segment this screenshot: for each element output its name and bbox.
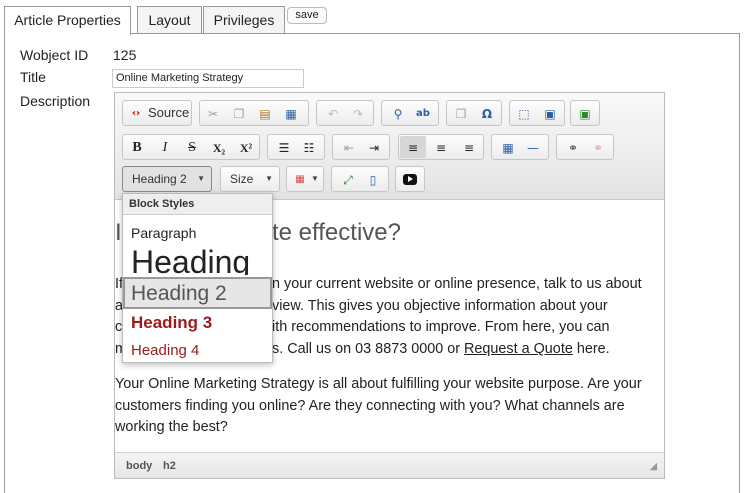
chevron-down-icon: ▼ xyxy=(311,174,319,183)
redo-icon[interactable]: ↷ xyxy=(350,106,366,122)
dropdown-header: Block Styles xyxy=(123,194,272,215)
wobject-id-label: Wobject ID xyxy=(20,47,89,63)
numbered-list-icon[interactable]: ☰ xyxy=(276,140,292,156)
view-group: ⤢ ▯ xyxy=(331,166,389,192)
italic-icon[interactable]: I xyxy=(157,140,173,156)
undo-redo-group: ↶ ↷ xyxy=(316,100,374,126)
replace-icon[interactable]: ab xyxy=(415,106,431,122)
chevron-down-icon: ▼ xyxy=(197,174,205,183)
format-option-heading-4[interactable]: Heading 4 xyxy=(123,340,272,362)
find-icon[interactable]: ⚲ xyxy=(390,106,406,122)
image-icon[interactable]: ▣ xyxy=(542,106,558,122)
size-combo[interactable]: Size ▼ xyxy=(220,166,280,192)
description-label: Description xyxy=(20,93,91,109)
source-icon: ‹› xyxy=(131,108,141,119)
align-center-icon[interactable]: ≡ xyxy=(433,140,449,156)
basic-styles-group: B I S X₂ X² xyxy=(122,134,260,160)
source-button[interactable]: ‹› Source xyxy=(122,100,192,126)
outdent-icon[interactable]: ⇤ xyxy=(341,140,357,156)
align-left-icon[interactable]: ≡ xyxy=(405,140,421,156)
insert-icon[interactable]: ▣ xyxy=(577,106,593,122)
path-body[interactable]: body xyxy=(126,453,152,479)
strike-icon[interactable]: S xyxy=(184,140,200,156)
copy-icon[interactable]: ❐ xyxy=(231,106,247,122)
indent-group: ⇤ ⇥ xyxy=(332,134,390,160)
insert-group: ▣ xyxy=(570,100,600,126)
link-group: ⚭ ⚭ xyxy=(556,134,614,160)
align-right-icon[interactable]: ≡ xyxy=(461,140,477,156)
tab-layout[interactable]: Layout xyxy=(137,6,202,34)
format-option-heading-3[interactable]: Heading 3 xyxy=(123,311,272,335)
save-button[interactable]: save xyxy=(287,7,327,24)
undo-icon[interactable]: ↶ xyxy=(325,106,341,122)
editor-toolbar: ‹› Source ✂ ❐ ▤ ▦ ↶ ↷ ⚲ ab ❐ Ω ⬚ ▣ ▣ B I… xyxy=(115,93,664,200)
special-char-icon[interactable]: Ω xyxy=(479,106,495,122)
show-blocks-icon[interactable]: ▯ xyxy=(365,172,381,188)
color-button[interactable]: ▦ ▼ xyxy=(286,166,324,192)
media-group: ⬚ ▣ xyxy=(509,100,565,126)
paste-icon[interactable]: ▤ xyxy=(257,106,273,122)
subscript-icon[interactable]: X₂ xyxy=(211,140,227,156)
select-all-icon[interactable]: ❐ xyxy=(453,106,469,122)
request-quote-link[interactable]: Request a Quote xyxy=(464,341,573,357)
paragraph-2: Your Online Marketing Strategy is all ab… xyxy=(115,376,642,435)
path-h2[interactable]: h2 xyxy=(163,453,176,479)
format-option-heading-2[interactable]: Heading 2 xyxy=(123,277,272,309)
select-group: ❐ Ω xyxy=(446,100,502,126)
indent-icon[interactable]: ⇥ xyxy=(366,140,382,156)
maximize-icon[interactable]: ⬚ xyxy=(516,106,532,122)
format-option-paragraph[interactable]: Paragraph xyxy=(123,222,272,244)
format-option-heading-1[interactable]: Heading xyxy=(123,243,272,275)
find-group: ⚲ ab xyxy=(381,100,439,126)
tab-privileges[interactable]: Privileges xyxy=(203,6,285,34)
size-combo-value: Size xyxy=(230,172,254,186)
format-combo[interactable]: Heading 2 ▼ xyxy=(122,166,212,192)
youtube-group xyxy=(395,166,425,192)
chevron-down-icon: ▼ xyxy=(265,174,273,183)
link-icon[interactable]: ⚭ xyxy=(565,140,581,156)
table-group: ▦ — xyxy=(491,134,549,160)
cut-icon[interactable]: ✂ xyxy=(205,106,221,122)
source-label: Source xyxy=(148,105,190,120)
wobject-id-value: 125 xyxy=(113,47,137,63)
clipboard-group: ✂ ❐ ▤ ▦ xyxy=(199,100,309,126)
table-icon[interactable]: ▦ xyxy=(500,140,516,156)
tab-article-properties[interactable]: Article Properties xyxy=(4,6,131,35)
superscript-icon[interactable]: X² xyxy=(238,140,254,156)
title-label: Title xyxy=(20,69,46,85)
editor-statusbar: body h2 ◢ xyxy=(115,452,664,478)
title-input[interactable]: Online Marketing Strategy xyxy=(112,69,304,88)
resize-handle-icon[interactable]: ◢ xyxy=(650,453,657,479)
bulleted-list-icon[interactable]: ☷ xyxy=(301,140,317,156)
format-combo-value: Heading 2 xyxy=(132,172,187,186)
format-dropdown: Block Styles Paragraph Heading Heading 2… xyxy=(122,193,273,363)
list-group: ☰ ☷ xyxy=(267,134,325,160)
bold-icon[interactable]: B xyxy=(129,140,145,156)
fullscreen-icon[interactable]: ⤢ xyxy=(340,172,356,188)
paste-word-icon[interactable]: ▦ xyxy=(283,106,299,122)
unlink-icon[interactable]: ⚭ xyxy=(590,140,606,156)
youtube-icon[interactable] xyxy=(403,174,417,185)
content-heading: Ite effective? xyxy=(115,219,401,246)
horizontal-rule-icon[interactable]: — xyxy=(525,140,541,156)
align-group: ≡ ≡ ≡ xyxy=(398,134,484,160)
color-icon: ▦ xyxy=(295,174,305,185)
